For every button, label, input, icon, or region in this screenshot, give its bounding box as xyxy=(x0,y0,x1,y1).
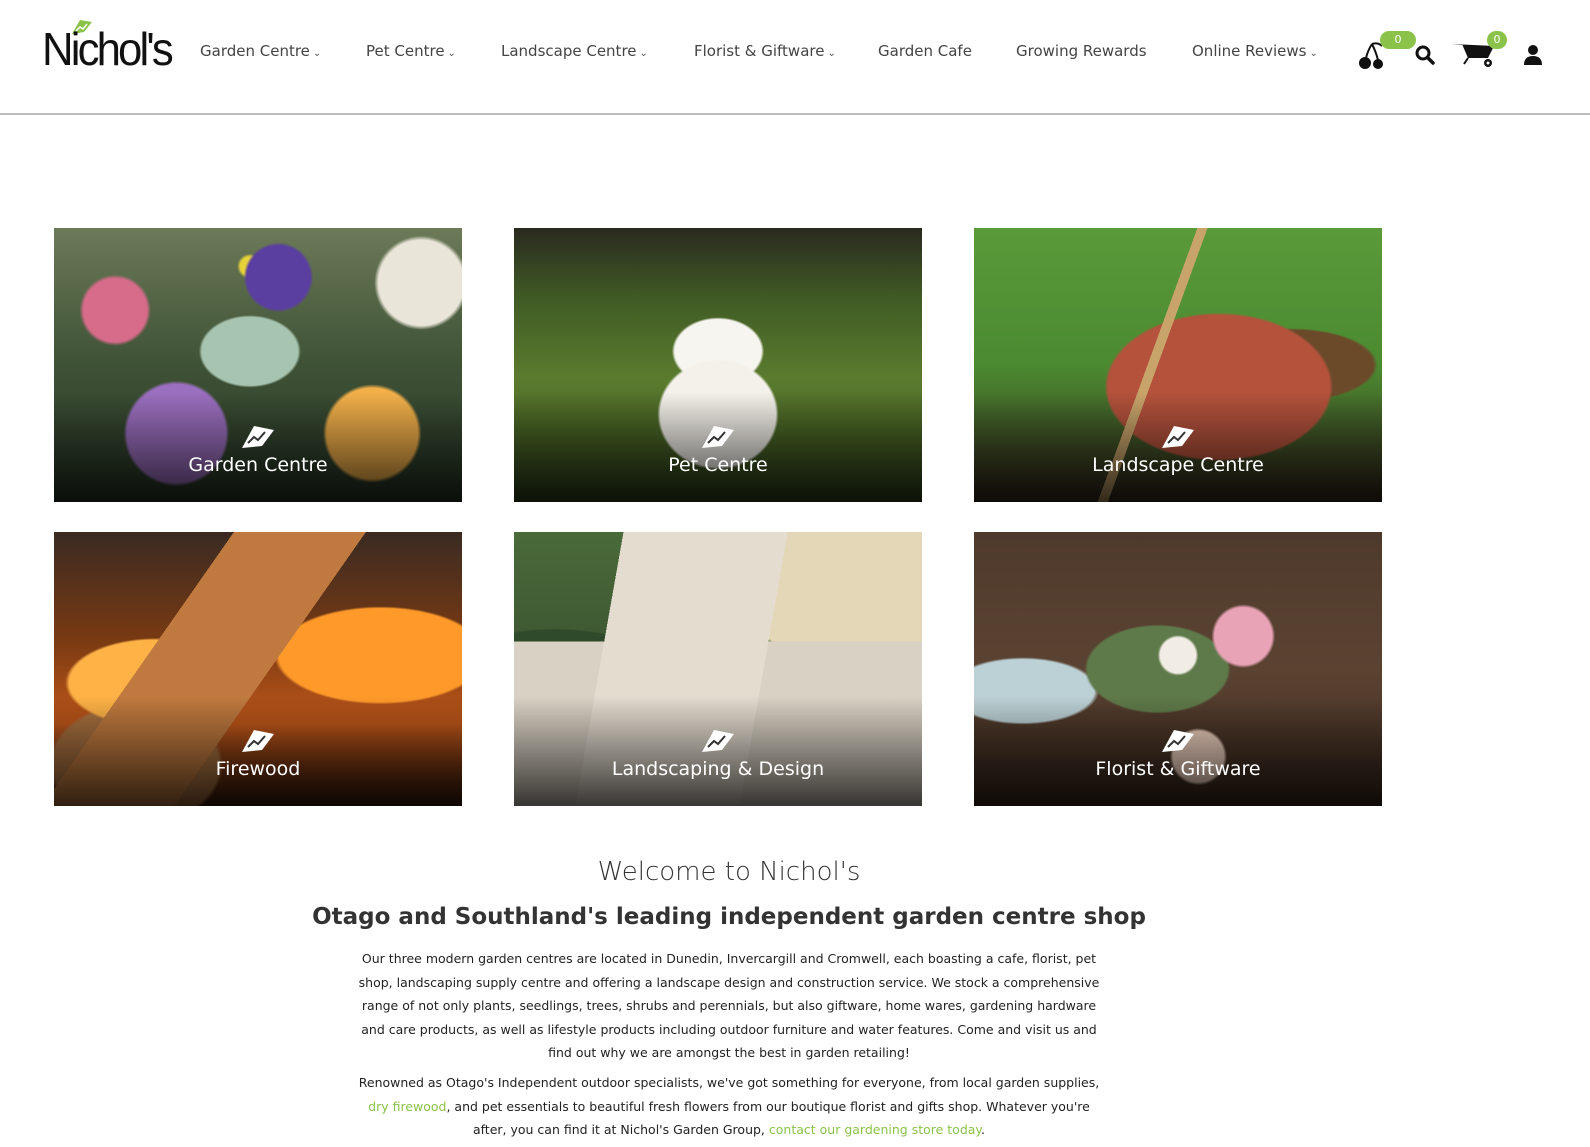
welcome-title: Welcome to Nichol's xyxy=(597,857,861,887)
tile-label: Garden Centre xyxy=(188,454,328,476)
search-icon xyxy=(1415,45,1435,65)
nav-item-garden-centre[interactable]: Garden Centre ⌄ xyxy=(200,42,321,60)
wishlist-count-badge: 0 xyxy=(1380,31,1416,49)
nichols-badge-icon xyxy=(242,730,274,752)
nichols-badge-icon xyxy=(242,426,274,448)
nichols-badge-icon xyxy=(702,426,734,448)
tile-label: Firewood xyxy=(215,758,301,780)
welcome-subtitle: Otago and Southland's leading independen… xyxy=(312,904,1146,930)
tile-landscape-centre[interactable]: Landscape Centre xyxy=(974,228,1382,502)
tile-label: Florist & Giftware xyxy=(1095,758,1261,780)
tile-firewood[interactable]: Firewood xyxy=(54,532,462,806)
search-button[interactable] xyxy=(1414,44,1436,66)
nichols-logo[interactable]: Nichol's xyxy=(42,18,174,82)
nav-item-pet-centre[interactable]: Pet Centre ⌄ xyxy=(366,42,456,60)
chevron-down-icon: ⌄ xyxy=(1309,48,1318,59)
nav-item-florist-giftware[interactable]: Florist & Giftware ⌄ xyxy=(694,42,836,60)
nichols-badge-icon xyxy=(1162,426,1194,448)
tile-label: Pet Centre xyxy=(668,454,768,476)
nav-label: Online Reviews xyxy=(1192,42,1307,60)
intro-paragraph: Our three modern garden centres are loca… xyxy=(358,951,1100,1060)
tile-label: Landscape Centre xyxy=(1092,454,1264,476)
chevron-down-icon: ⌄ xyxy=(312,48,322,59)
chevron-down-icon: ⌄ xyxy=(447,48,456,59)
site-header: Nichol's Garden Centre ⌄ Pet Centre ⌄ Land… xyxy=(0,0,1590,115)
nav-item-growing-rewards[interactable]: Growing Rewards xyxy=(1016,42,1147,60)
tile-pet-centre[interactable]: Pet Centre xyxy=(514,228,922,502)
nichols-badge-icon xyxy=(1162,730,1194,752)
nav-label: Landscape Centre xyxy=(501,42,637,60)
tile-landscaping-design[interactable]: Landscaping & Design xyxy=(514,532,922,806)
account-button[interactable] xyxy=(1523,44,1543,66)
user-icon xyxy=(1524,45,1542,65)
nav-label: Garden Centre xyxy=(200,42,310,60)
dry-firewood-link[interactable]: dry firewood xyxy=(368,1099,446,1114)
tile-label: Landscaping & Design xyxy=(611,758,825,780)
about-text-a: Renowned as Otago's Independent outdoor … xyxy=(358,1075,1100,1090)
chevron-down-icon: ⌄ xyxy=(827,48,836,59)
nichols-badge-icon xyxy=(702,730,734,752)
nav-label: Growing Rewards xyxy=(1016,42,1147,60)
nav-label: Pet Centre xyxy=(366,42,445,60)
about-paragraph: Renowned as Otago's Independent outdoor … xyxy=(352,1071,1106,1142)
cart-count-badge: 0 xyxy=(1487,31,1507,49)
about-text-c: . xyxy=(981,1122,986,1137)
contact-store-link[interactable]: contact our gardening store today xyxy=(769,1122,981,1137)
nav-item-landscape-centre[interactable]: Landscape Centre ⌄ xyxy=(501,42,648,60)
logo-wordmark: Nichol's xyxy=(42,23,174,75)
nav-item-online-reviews[interactable]: Online Reviews ⌄ xyxy=(1192,42,1318,60)
chevron-down-icon: ⌄ xyxy=(639,48,648,59)
nav-label: Garden Cafe xyxy=(878,42,972,60)
nav-label: Florist & Giftware xyxy=(694,42,825,60)
nav-item-garden-cafe[interactable]: Garden Cafe xyxy=(878,42,972,60)
tile-florist-giftware[interactable]: Florist & Giftware xyxy=(974,532,1382,806)
tile-garden-centre[interactable]: Garden Centre xyxy=(54,228,462,502)
